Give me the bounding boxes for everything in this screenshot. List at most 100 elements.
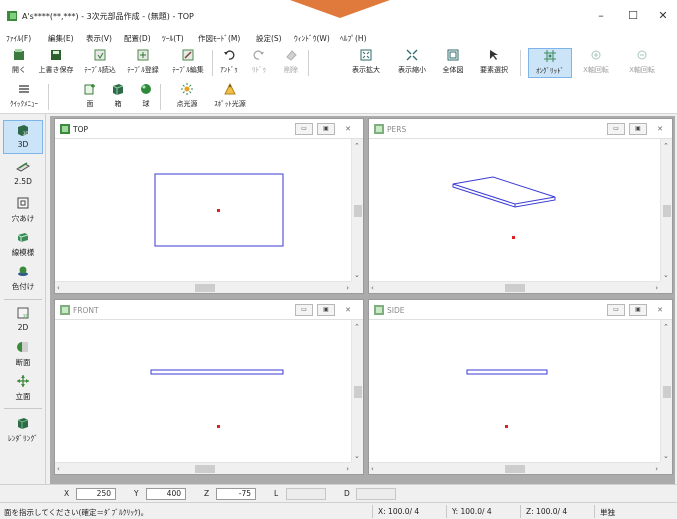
viewport-close-button[interactable]: ✕	[653, 304, 667, 316]
undo-button[interactable]: ｱﾝﾄﾞｩ	[216, 48, 242, 78]
3d-view-icon	[374, 305, 384, 315]
table-edit-button[interactable]: ﾃｰﾌﾞﾙ編集	[168, 48, 208, 78]
viewport-restore-button[interactable]: ▣	[629, 123, 647, 135]
quick-menu-button[interactable]: ｸｲｯｸﾒﾆｭｰ	[4, 82, 44, 112]
scroll-thumb[interactable]	[195, 284, 215, 292]
menu-place[interactable]: 配置(D)	[124, 33, 151, 44]
x-input[interactable]: 250	[76, 488, 116, 500]
select-element-button[interactable]: 要素選択	[474, 48, 514, 78]
delete-button[interactable]: 削除	[278, 48, 304, 78]
undo-icon	[224, 50, 235, 60]
scroll-thumb[interactable]	[505, 465, 525, 473]
x-rotate-reverse-button[interactable]: X軸回転	[622, 48, 662, 78]
sphere-button[interactable]: 球	[136, 82, 156, 112]
scroll-thumb[interactable]	[663, 386, 671, 398]
point-light-button[interactable]: 点光源	[170, 82, 204, 112]
view-2d-button[interactable]: 2D 2D	[3, 304, 43, 338]
front-canvas[interactable]	[55, 320, 351, 462]
scroll-thumb[interactable]	[505, 284, 525, 292]
viewport-close-button[interactable]: ✕	[653, 123, 667, 135]
elevation-button[interactable]: 立面	[3, 372, 43, 406]
side-canvas[interactable]	[369, 320, 660, 462]
viewport-front[interactable]: FRONT ▭ ▣ ✕ ⌃ ⌄ ‹ ›	[54, 299, 364, 475]
open-icon	[14, 49, 24, 60]
view-25d-button[interactable]: 2.5D	[3, 158, 43, 192]
viewport-top[interactable]: TOP ▭ ▣ ✕ ⌃ ⌄ ‹ ›	[54, 118, 364, 294]
horizontal-scrollbar[interactable]: ‹ ›	[369, 462, 660, 474]
pers-drawing	[452, 176, 556, 239]
viewport-close-button[interactable]: ✕	[341, 123, 355, 135]
fit-all-button[interactable]: 全体図	[436, 48, 470, 78]
maximize-button[interactable]: ☐	[618, 6, 648, 26]
save-button[interactable]: 上書き保存	[36, 48, 76, 78]
scroll-thumb[interactable]	[195, 465, 215, 473]
viewport-side[interactable]: SIDE ▭ ▣ ✕ ⌃ ⌄ ‹ ›	[368, 299, 673, 475]
scroll-thumb[interactable]	[663, 205, 671, 217]
fit-all-icon	[447, 49, 459, 61]
z-input[interactable]: -75	[216, 488, 256, 500]
menu-window[interactable]: ｳｨﾝﾄﾞｳ(W)	[294, 33, 330, 44]
zoom-in-button[interactable]: 表示拡大	[346, 48, 386, 78]
vertical-scrollbar[interactable]: ⌃ ⌄	[660, 320, 672, 462]
spot-light-button[interactable]: ｽﾎﾟｯﾄ光源	[208, 82, 252, 112]
horizontal-scrollbar[interactable]: ‹ ›	[369, 281, 660, 293]
zoom-out-button[interactable]: 表示縮小	[392, 48, 432, 78]
window-title: A's****(**,***) - 3次元部品作成 - (無題) - TOP	[22, 12, 194, 21]
view-3d-button[interactable]: 3D 3D	[3, 120, 43, 154]
menu-view[interactable]: 表示(V)	[86, 33, 112, 44]
color-button[interactable]: 色付け	[3, 262, 43, 296]
table-register-button[interactable]: ﾃｰﾌﾞﾙ登録	[122, 48, 164, 78]
box-icon	[112, 84, 124, 95]
table-edit-icon	[182, 49, 194, 61]
viewport-pers[interactable]: PERS ▭ ▣ ✕ ⌃ ⌄ ‹ ›	[368, 118, 673, 294]
horizontal-scrollbar[interactable]: ‹ ›	[55, 462, 351, 474]
rendering-button[interactable]: ﾚﾝﾀﾞﾘﾝｸﾞ	[3, 414, 43, 448]
menu-edit[interactable]: 編集(E)	[48, 33, 74, 44]
viewport-restore-button[interactable]: ▣	[317, 123, 335, 135]
scroll-corner	[351, 281, 363, 293]
box-button[interactable]: 箱	[108, 82, 128, 112]
vertical-scrollbar[interactable]: ⌃ ⌄	[660, 139, 672, 281]
title-accent-shape	[290, 0, 390, 18]
menu-help[interactable]: ﾍﾙﾌﾟ(H)	[340, 33, 367, 44]
mdi-area: TOP ▭ ▣ ✕ ⌃ ⌄ ‹ › PERS ▭ ▣ ✕ ⌃ ⌄ ‹ › FRO…	[50, 116, 675, 484]
face-button[interactable]: 面	[80, 82, 100, 112]
viewport-minimize-button[interactable]: ▭	[295, 123, 313, 135]
viewport-close-button[interactable]: ✕	[341, 304, 355, 316]
horizontal-scrollbar[interactable]: ‹ ›	[55, 281, 351, 293]
scroll-thumb[interactable]	[354, 386, 362, 398]
scroll-thumb[interactable]	[354, 205, 362, 217]
viewport-restore-button[interactable]: ▣	[317, 304, 335, 316]
minimize-button[interactable]: –	[586, 6, 616, 26]
d-label: D	[344, 489, 350, 498]
close-button[interactable]: ✕	[648, 6, 677, 26]
section-button[interactable]: 断面	[3, 338, 43, 372]
ongrid-toggle[interactable]: ｵﾝｸﾞﾘｯﾄﾞ	[528, 48, 572, 78]
viewport-minimize-button[interactable]: ▭	[607, 304, 625, 316]
menu-settings[interactable]: 設定(S)	[256, 33, 282, 44]
x-rotate-button[interactable]: X軸回転	[578, 48, 614, 78]
l-input[interactable]	[286, 488, 326, 500]
status-separator	[594, 505, 595, 518]
pers-canvas[interactable]	[369, 139, 660, 281]
menu-draw-mode[interactable]: 作図ﾓｰﾄﾞ(M)	[198, 33, 240, 44]
d-input[interactable]	[356, 488, 396, 500]
hole-button[interactable]: 穴あけ	[3, 194, 43, 228]
main-toolbar: 開く 上書き保存 ﾃｰﾌﾞﾙ読込 ﾃｰﾌﾞﾙ登録 ﾃｰﾌﾞﾙ編集 ｱﾝﾄﾞｩ ﾘ…	[0, 46, 677, 80]
menu-tools[interactable]: ﾂｰﾙ(T)	[162, 33, 184, 44]
top-canvas[interactable]	[55, 139, 351, 281]
viewport-minimize-button[interactable]: ▭	[295, 304, 313, 316]
redo-button[interactable]: ﾘﾄﾞｩ	[246, 48, 272, 78]
vertical-scrollbar[interactable]: ⌃ ⌄	[351, 320, 363, 462]
menu-file[interactable]: ﾌｧｲﾙ(F)	[6, 33, 31, 44]
draw-toolbar: ｸｲｯｸﾒﾆｭｰ 面 箱 球 点光源 ｽﾎﾟｯﾄ光源	[0, 80, 677, 114]
y-input[interactable]: 400	[146, 488, 186, 500]
viewport-restore-button[interactable]: ▣	[629, 304, 647, 316]
wireframe-button[interactable]: 線模様	[3, 228, 43, 262]
vertical-scrollbar[interactable]: ⌃ ⌄	[351, 139, 363, 281]
viewport-minimize-button[interactable]: ▭	[607, 123, 625, 135]
viewport-titlebar: TOP ▭ ▣ ✕	[55, 119, 363, 139]
y-label: Y	[134, 489, 139, 498]
open-button[interactable]: 開く	[6, 48, 32, 78]
table-read-button[interactable]: ﾃｰﾌﾞﾙ読込	[80, 48, 120, 78]
